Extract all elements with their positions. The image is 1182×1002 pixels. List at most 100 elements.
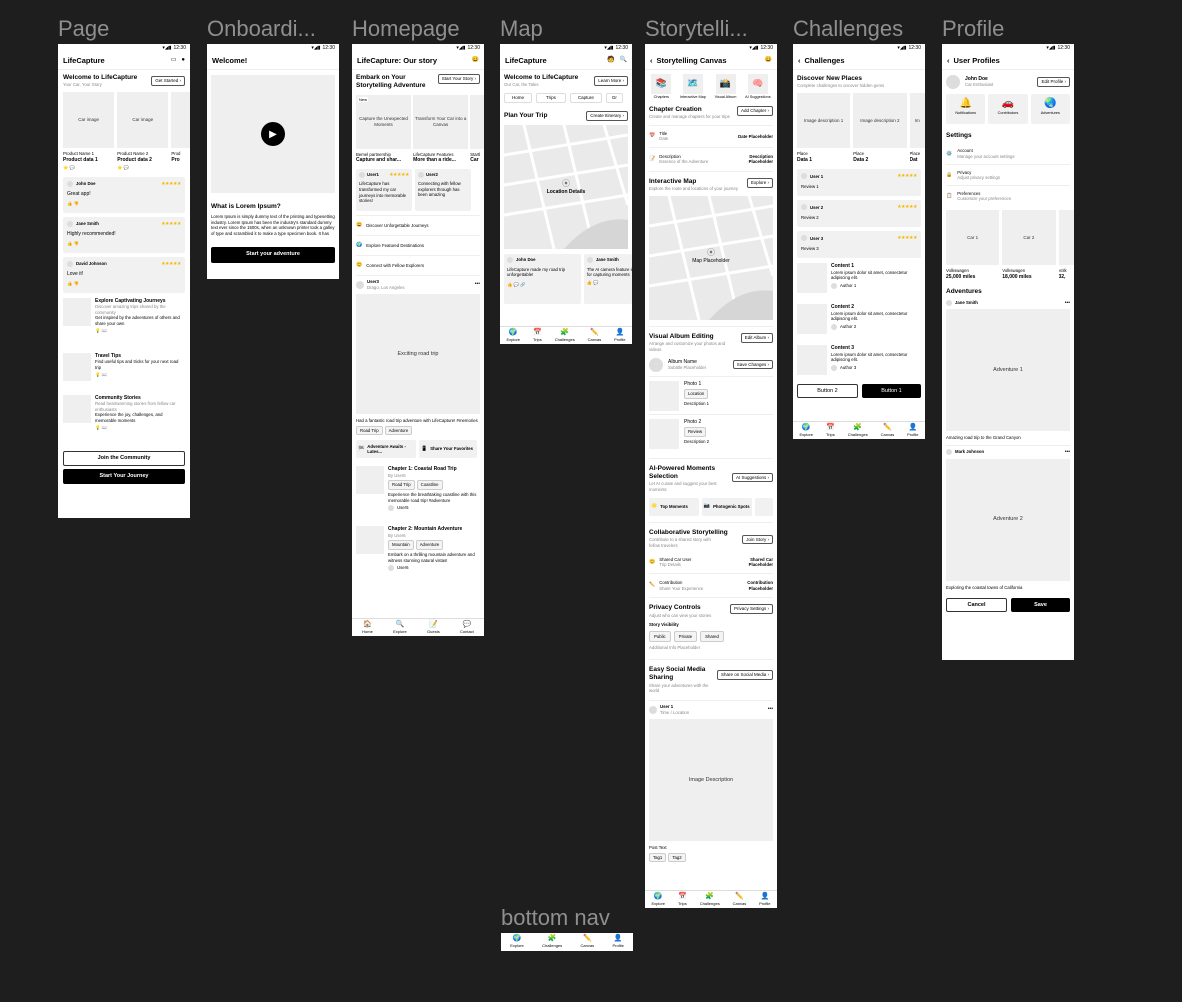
nav-profile[interactable]: 👤 Profile [907, 424, 918, 437]
category-chapters[interactable]: 📚 Chapters [651, 74, 672, 100]
slide-card[interactable]: Transform Your Car into a Canvas LifeCap… [413, 94, 469, 164]
more-icon[interactable]: ••• [768, 706, 773, 713]
chapter-field[interactable]: 📅 Title Date Date Placeholder [649, 124, 773, 147]
nav-trips[interactable]: 📅 Trips [826, 424, 835, 437]
button-1[interactable]: Button 1 [862, 384, 921, 399]
nav-home[interactable]: 🏠 Home [362, 621, 373, 634]
nav-challenges[interactable]: 🧩 Challenges [542, 935, 562, 948]
car-card[interactable]: Volk 32, [1058, 210, 1074, 280]
feature-item[interactable]: Explore Captivating Journeys Discover ama… [63, 297, 185, 353]
card-actions[interactable]: ⭐ 💬 [117, 165, 168, 171]
avatar-icon[interactable]: 😀 [765, 57, 772, 65]
video-player[interactable]: ▶ [211, 75, 335, 193]
link-item[interactable]: 😄 Discover Unforgettable Journeys [356, 214, 480, 235]
visibility-public[interactable]: Public [649, 630, 671, 643]
place-card[interactable]: Im Place Dat [909, 93, 925, 163]
category-ai[interactable]: 🧠 AI Suggestions [745, 74, 771, 100]
settings-account[interactable]: ⚙️ Account Manage your account settings [946, 143, 1070, 164]
badge-notifications[interactable]: 🔔 Notifications [946, 94, 986, 124]
product-card[interactable]: Car image Product Name 1 Product data 1 … [63, 92, 115, 171]
nav-trips[interactable]: 📅 Trips [678, 893, 687, 906]
category-map[interactable]: 🗺️ Interactive Map [680, 74, 706, 100]
chapter-field[interactable]: 📝 Description Essence of the Adventure Des… [649, 146, 773, 171]
nav-profile[interactable]: 👤 Profile [614, 329, 625, 342]
photo-item[interactable]: Photo 2 Review Description 2 [649, 413, 773, 452]
collab-item[interactable]: ✏️ Contribution Share Your Experience Cont… [649, 573, 773, 597]
feature-item[interactable]: Community Stories Read heartwarming stori… [63, 394, 185, 449]
nav-profile[interactable]: 👤 Profile [759, 893, 770, 906]
add-chapter-button[interactable]: Add Chapter › [736, 105, 773, 116]
save-changes-button[interactable]: Save Changes › [732, 359, 773, 370]
nav-canvas[interactable]: ✏️ Canvas [881, 424, 895, 437]
photo-item[interactable]: Photo 1 Location Description 1 [649, 375, 773, 414]
slide-card[interactable]: Capture the Unexpected Moments New Bemel… [356, 94, 412, 164]
cancel-button[interactable]: Cancel [946, 598, 1007, 613]
ai-suggestions-button[interactable]: AI Suggestions › [731, 472, 773, 483]
tab-more[interactable]: Gr [605, 93, 623, 103]
badge-contributors[interactable]: 🚗 Contributors [988, 94, 1028, 124]
more-icon[interactable]: ••• [475, 281, 480, 288]
edit-profile-button[interactable]: Edit Profile › [1037, 77, 1070, 87]
nav-explore[interactable]: 🌍 Explore [799, 424, 813, 437]
edit-album-button[interactable]: Edit Album › [740, 332, 773, 343]
avatar-icon[interactable]: 😀 [472, 57, 479, 65]
privacy-settings-button[interactable]: Privacy Settings › [729, 604, 773, 615]
user-icon[interactable]: ● [181, 57, 185, 65]
create-itinerary-button[interactable]: Create Itinerary › [586, 110, 628, 121]
nav-explore[interactable]: 🌍 Explore [510, 935, 524, 948]
link-item[interactable]: 🌍 Explore Featured Destinations [356, 234, 480, 255]
share-social-button[interactable]: Share on Social Media › [716, 669, 773, 680]
content-item[interactable]: Content 1 Lorem ipsum dolor sit amet, con… [797, 263, 921, 304]
ai-chip[interactable]: 📷 Photogenic Spots [701, 497, 752, 516]
nav-canvas[interactable]: ✏️ Canvas [733, 893, 747, 906]
search-icon[interactable]: 🔍 [620, 57, 627, 65]
play-icon[interactable]: ▶ [261, 122, 285, 146]
tab-capture[interactable]: Capture [569, 93, 602, 103]
product-card[interactable]: Prod Pro [171, 92, 190, 163]
ai-chip[interactable]: 🌟 Top Moments [649, 497, 699, 516]
nav-explore[interactable]: 🌍 Explore [506, 329, 520, 342]
nav-challenges[interactable]: 🧩 Challenges [555, 329, 575, 342]
get-started-button[interactable]: Get Started › [151, 76, 185, 86]
nav-canvas[interactable]: ✏️ Canvas [588, 329, 602, 342]
nav-canvas[interactable]: ✏️ Canvas [581, 935, 595, 948]
tab-trips[interactable]: Trips [536, 93, 566, 103]
more-icon[interactable]: ••• [1065, 449, 1070, 456]
nav-challenges[interactable]: 🧩 Challenges [700, 893, 720, 906]
nav-challenges[interactable]: 🧩 Challenges [848, 424, 868, 437]
nav-guests[interactable]: 📝 Guests [427, 621, 440, 634]
category-album[interactable]: 📸 Visual Album [715, 74, 736, 100]
nav-trips[interactable]: 📅 Trips [533, 329, 542, 342]
slide-card[interactable]: Startl Car [470, 94, 484, 164]
save-button[interactable]: Save [1011, 598, 1070, 613]
visibility-private[interactable]: Private [673, 630, 698, 643]
explore-button[interactable]: Explore › [746, 177, 773, 188]
more-icon[interactable]: ••• [1065, 300, 1070, 307]
card-actions[interactable]: ⭐ 💬 [63, 165, 114, 171]
join-story-button[interactable]: Join Story › [742, 534, 773, 545]
trip-map[interactable]: ⦿ Location Details [504, 124, 628, 249]
tab-home[interactable]: Home [504, 93, 533, 103]
back-icon[interactable]: ‹ [650, 56, 653, 66]
button-2[interactable]: Button 2 [797, 384, 858, 399]
badge-adventures[interactable]: 🌏 Adventures [1030, 94, 1070, 124]
car-card[interactable]: Car 1 Volkswagen 25,000 miles [946, 210, 1000, 280]
start-story-button[interactable]: Start Your Story › [437, 74, 480, 84]
place-card[interactable]: Image description 2 Place Data 2 [853, 93, 907, 163]
car-card[interactable]: Car 2 Volkswagen 18,000 miles [1002, 210, 1056, 280]
feature-item[interactable]: Travel Tips Find useful tips and tricks f… [63, 352, 185, 395]
place-card[interactable]: Image description 1 Place Data 1 [797, 93, 851, 163]
settings-preferences[interactable]: 📋 Preferences Customize your preferences [946, 185, 1070, 206]
nav-profile[interactable]: 👤 Profile [612, 935, 623, 948]
link-item[interactable]: 😊 Connect with Fellow Explorers [356, 254, 480, 275]
nav-explore[interactable]: 🔍 Explore [393, 621, 407, 634]
collab-item[interactable]: 😊 Shared Car User Trip Details Shared Car … [649, 551, 773, 573]
join-community-button[interactable]: Join the Community [63, 450, 185, 466]
profile-icon[interactable]: 🧑 [607, 57, 614, 65]
start-journey-button[interactable]: Start Your Journey [63, 468, 185, 484]
learn-more-button[interactable]: Learn More › [594, 76, 628, 86]
chapter-item[interactable]: Chapter 1: Coastal Road Trip By User5 Road… [356, 466, 480, 522]
back-icon[interactable]: ‹ [798, 56, 801, 66]
nav-contact[interactable]: 💬 Contact [460, 621, 474, 634]
product-card[interactable]: Car image Product Name 2 Product data 2 … [117, 92, 169, 171]
